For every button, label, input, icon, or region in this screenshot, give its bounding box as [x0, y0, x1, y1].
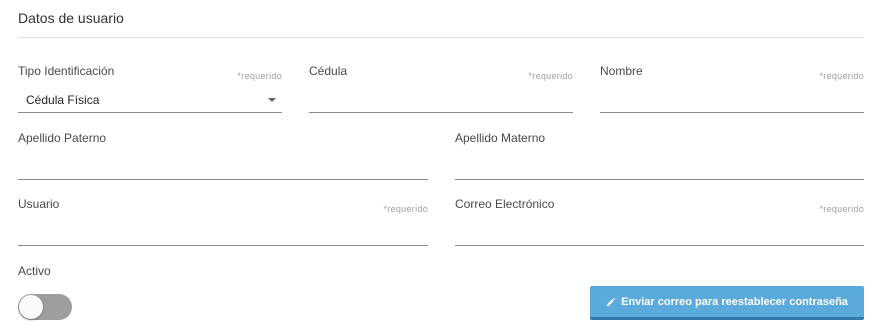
tipo-identificacion-underline	[18, 112, 282, 113]
pencil-icon	[607, 297, 616, 306]
usuario-label: Usuario	[18, 197, 60, 211]
usuario-required: *requerido	[383, 204, 428, 214]
cedula-required: *requerido	[528, 71, 573, 81]
apellido-paterno-field: Apellido Paterno	[18, 131, 428, 180]
cedula-field: Cédula *requerido	[309, 64, 573, 113]
tipo-identificacion-required: *requerido	[237, 71, 282, 81]
correo-input[interactable]	[455, 222, 864, 246]
section-divider	[18, 37, 864, 38]
section-title: Datos de usuario	[18, 10, 124, 26]
apellido-paterno-input[interactable]	[18, 156, 428, 180]
apellido-materno-field: Apellido Materno	[455, 131, 864, 180]
activo-toggle[interactable]	[18, 294, 72, 320]
nombre-required: *requerido	[819, 71, 864, 81]
toggle-knob	[19, 295, 43, 319]
cedula-input[interactable]	[309, 89, 573, 113]
apellido-materno-input[interactable]	[455, 156, 864, 180]
cedula-label: Cédula	[309, 64, 348, 78]
apellido-materno-label: Apellido Materno	[455, 131, 546, 145]
tipo-identificacion-select[interactable]: Cédula Física	[26, 93, 99, 107]
nombre-label: Nombre	[600, 64, 643, 78]
tipo-identificacion-label: Tipo Identificación	[18, 64, 115, 78]
correo-field: Correo Electrónico *requerido	[455, 197, 864, 246]
nombre-field: Nombre *requerido	[600, 64, 864, 113]
nombre-input[interactable]	[600, 89, 864, 113]
apellido-paterno-label: Apellido Paterno	[18, 131, 107, 145]
tipo-identificacion-field[interactable]: Tipo Identificación *requerido Cédula Fí…	[18, 64, 282, 113]
reset-password-label: Enviar correo para reestablecer contrase…	[621, 295, 848, 308]
usuario-field: Usuario *requerido	[18, 197, 428, 246]
caret-down-icon[interactable]	[268, 98, 276, 102]
usuario-input[interactable]	[18, 222, 428, 246]
correo-label: Correo Electrónico	[455, 197, 555, 211]
activo-label: Activo	[18, 264, 51, 278]
correo-required: *requerido	[819, 204, 864, 214]
reset-password-button[interactable]: Enviar correo para reestablecer contrase…	[590, 286, 864, 320]
